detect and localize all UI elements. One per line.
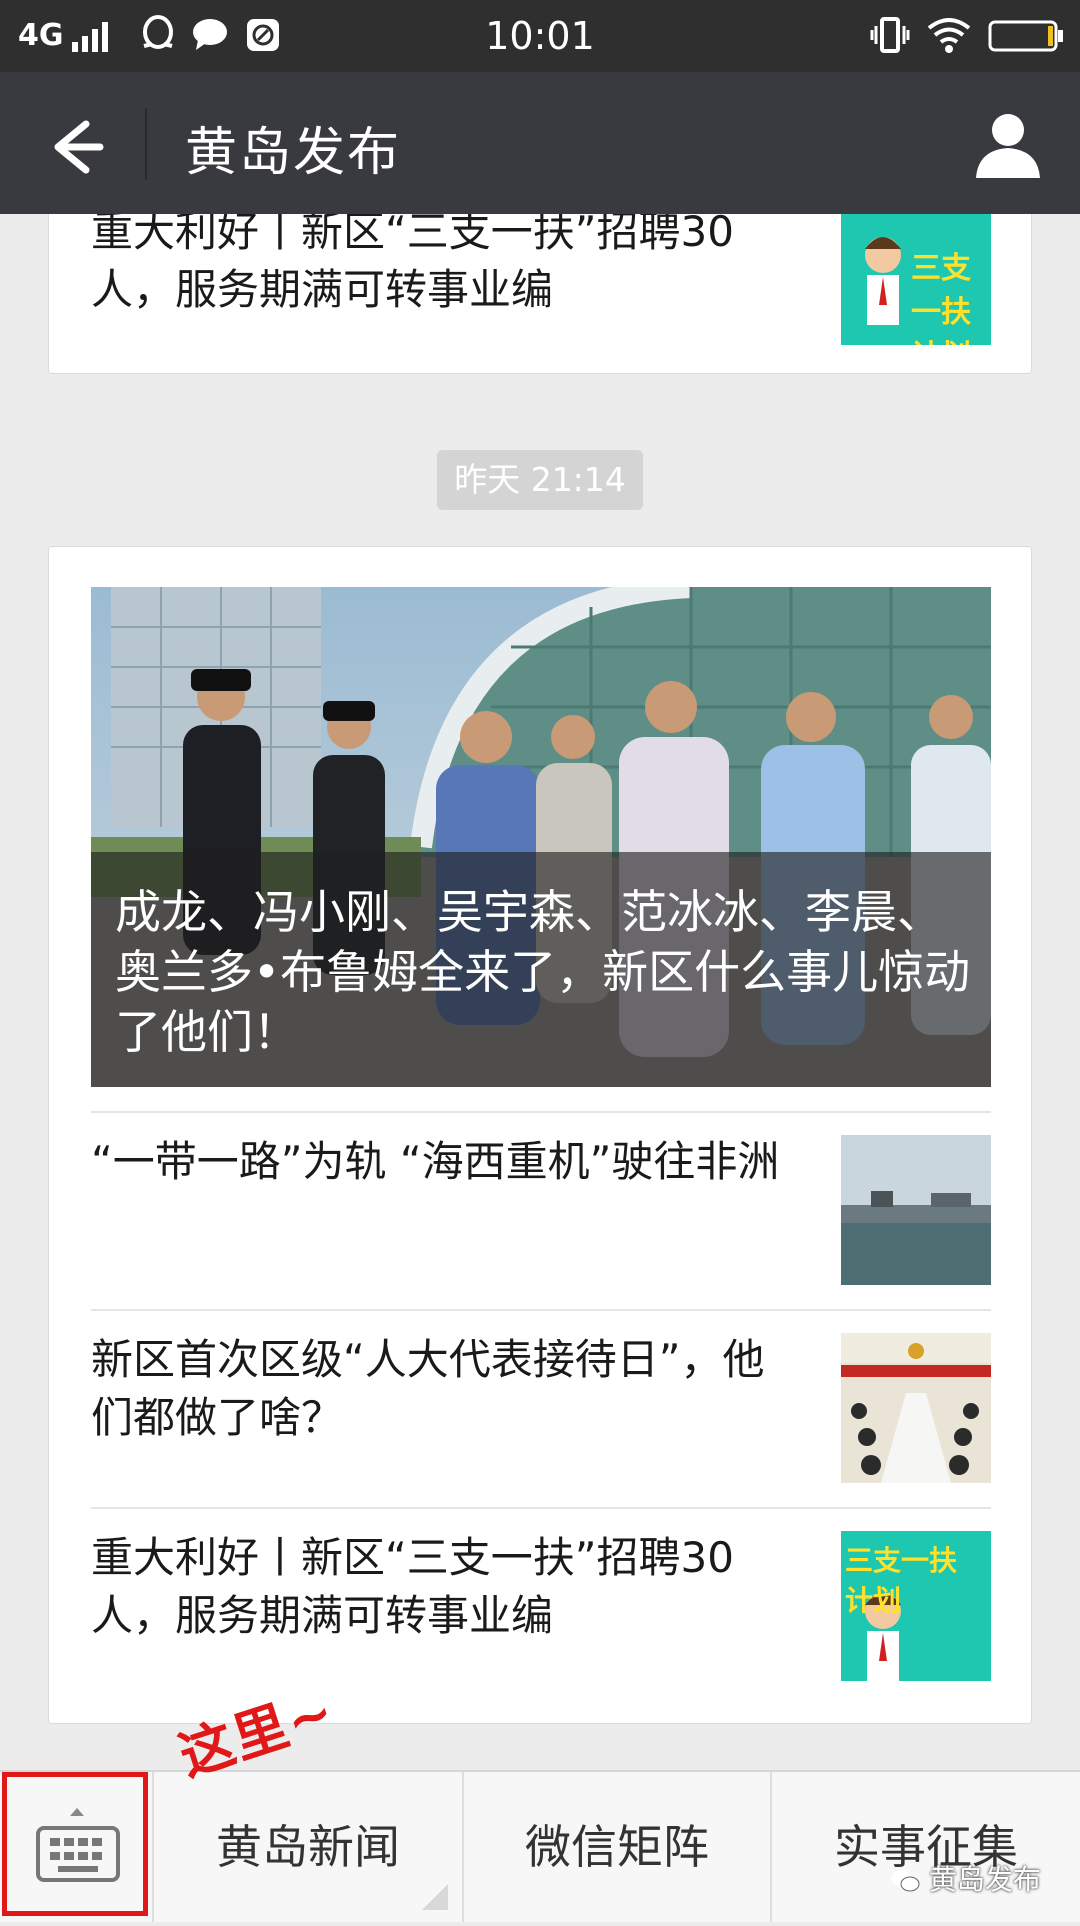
ship-photo	[841, 1135, 991, 1285]
hero-article-title: 成龙、冯小刚、吴宇森、范冰冰、李晨、奥兰多•布鲁姆全来了，新区什么事儿惊动了他们…	[115, 885, 971, 1059]
title-divider	[145, 108, 147, 180]
submenu-indicator-icon	[422, 1884, 448, 1910]
back-arrow-icon[interactable]	[40, 112, 110, 182]
profile-icon[interactable]	[968, 108, 1048, 180]
menu-item-news[interactable]: 黄岛新闻	[152, 1772, 462, 1922]
title-bar: 黄岛发布	[0, 72, 1080, 214]
menu-item-label: 黄岛新闻	[216, 1820, 400, 1874]
thumb-text: 三支一扶 计划	[845, 1544, 958, 1617]
article-card[interactable]: 重大利好丨新区“三支一扶”招聘30人，服务期满可转事业编 三支一扶 计划	[48, 214, 1032, 374]
vibrate-icon	[870, 17, 910, 53]
hero-article[interactable]: 成龙、冯小刚、吴宇森、范冰冰、李晨、奥兰多•布鲁姆全来了，新区什么事儿惊动了他们…	[91, 587, 991, 1087]
hero-caption-overlay: 成龙、冯小刚、吴宇森、范冰冰、李晨、奥兰多•布鲁姆全来了，新区什么事儿惊动了他们…	[91, 852, 991, 1087]
row-divider	[91, 1309, 991, 1311]
article-item[interactable]: “一带一路”为轨 “海西重机”驶往非洲	[91, 1111, 991, 1307]
article-card[interactable]: 成龙、冯小刚、吴宇森、范冰冰、李晨、奥兰多•布鲁姆全来了，新区什么事儿惊动了他们…	[48, 546, 1032, 1724]
clock: 10:01	[485, 14, 595, 58]
article-thumbnail	[841, 1135, 991, 1285]
wifi-icon	[927, 18, 971, 53]
article-title: “一带一路”为轨 “海西重机”驶往非洲	[91, 1137, 780, 1186]
article-title: 重大利好丨新区“三支一扶”招聘30人，服务期满可转事业编	[91, 214, 734, 314]
article-item[interactable]: 重大利好丨新区“三支一扶”招聘30人，服务期满可转事业编 三支一扶 计划	[91, 214, 991, 371]
article-title: 新区首次区级“人大代表接待日”，他们都做了啥？	[91, 1335, 765, 1442]
menu-item-wechat-matrix[interactable]: 微信矩阵	[462, 1772, 770, 1922]
watermark: 黄岛发布	[890, 1858, 1041, 1898]
article-title: 重大利好丨新区“三支一扶”招聘30人，服务期满可转事业编	[91, 1533, 734, 1640]
article-item[interactable]: 重大利好丨新区“三支一扶”招聘30人，服务期满可转事业编 三支一扶 计划	[91, 1507, 991, 1703]
thumb-text: 三支一扶 计划	[911, 251, 971, 345]
watermark-text: 黄岛发布	[928, 1863, 1041, 1896]
highlight-box	[2, 1772, 148, 1916]
article-thumbnail	[841, 1333, 991, 1483]
timestamp: 昨天 21:14	[437, 450, 643, 510]
wechat-icon	[891, 1870, 920, 1892]
status-bar: 4G 10:01	[0, 0, 1080, 72]
message-feed[interactable]: 重大利好丨新区“三支一扶”招聘30人，服务期满可转事业编 三支一扶 计划 昨天 …	[0, 214, 1080, 1770]
article-item[interactable]: 新区首次区级“人大代表接待日”，他们都做了啥？	[91, 1309, 991, 1505]
article-thumbnail: 三支一扶 计划	[841, 214, 991, 345]
menu-item-suggestions[interactable]: 实事征集	[770, 1772, 1080, 1922]
row-divider	[91, 1111, 991, 1113]
page-title: 黄岛发布	[185, 123, 402, 183]
row-divider	[91, 1507, 991, 1509]
article-thumbnail: 三支一扶 计划	[841, 1531, 991, 1681]
battery-icon	[988, 20, 1063, 52]
bottom-menu: 黄岛新闻 微信矩阵 实事征集	[0, 1770, 1080, 1922]
meeting-photo	[841, 1333, 991, 1483]
menu-item-label: 微信矩阵	[525, 1820, 709, 1874]
